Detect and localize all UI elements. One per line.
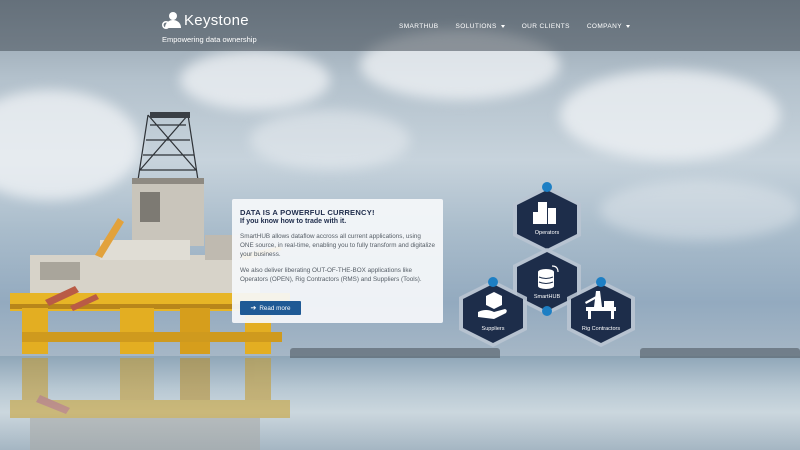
connector-dot (596, 277, 606, 287)
hex-label: Suppliers (482, 326, 505, 332)
connector-dot (488, 277, 498, 287)
read-more-label: Read more (259, 304, 291, 312)
nav-item-our-clients[interactable]: OUR CLIENTS (522, 23, 570, 30)
chevron-down-icon (500, 25, 505, 28)
read-more-button[interactable]: ➔ Read more (240, 301, 301, 315)
arrow-right-icon: ➔ (250, 305, 257, 312)
hex-label: Rig Contractors (582, 326, 620, 332)
nav-item-label: OUR CLIENTS (521, 23, 570, 30)
logo-text: Keystone (184, 11, 249, 29)
nav-item-label: COMPANY (586, 23, 622, 30)
top-navigation-bar: Keystone Empowering data ownership SMART… (0, 0, 800, 51)
nav-item-smarthub[interactable]: SMARTHUB (399, 23, 439, 30)
hex-label: SmartHUB (534, 294, 561, 300)
connector-dot (542, 306, 552, 316)
nav-item-solutions[interactable]: SOLUTIONS (456, 23, 505, 30)
nav-item-company[interactable]: COMPANY (587, 23, 630, 30)
chevron-down-icon (626, 25, 630, 28)
nav-item-label: SOLUTIONS (455, 23, 497, 30)
card-subheadline: If you know how to trade with it. (240, 218, 347, 225)
connector-dot (542, 182, 552, 192)
keystone-logo-icon (161, 10, 182, 30)
card-paragraph: We also deliver liberating OUT-OF-THE-BO… (240, 266, 422, 283)
tagline: Empowering data ownership (162, 35, 257, 44)
card-headline: DATA IS A POWERFUL CURRENCY! (240, 208, 375, 217)
logo-link[interactable]: Keystone (161, 10, 249, 30)
hero-info-card: DATA IS A POWERFUL CURRENCY! If you know… (232, 199, 443, 323)
card-paragraph: SmartHUB allows dataflow accross all cur… (240, 233, 435, 259)
main-nav: SMARTHUB SOLUTIONS OUR CLIENTS COMPANY (399, 23, 630, 30)
hex-label: Operators (535, 230, 560, 236)
nav-item-label: SMARTHUB (398, 23, 439, 30)
